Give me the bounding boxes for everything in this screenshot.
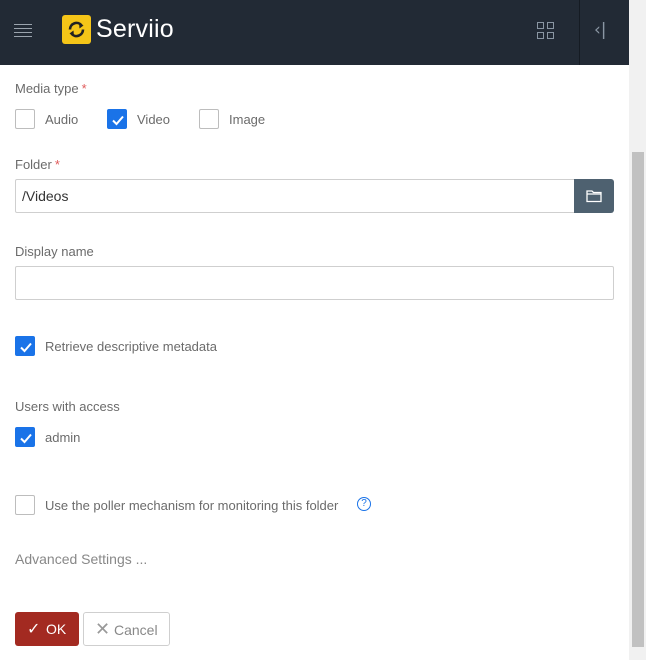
display-name-input[interactable] bbox=[15, 266, 614, 300]
grid-icon[interactable] bbox=[537, 22, 555, 40]
folder-label-text: Folder bbox=[15, 157, 52, 172]
audio-checkbox-label[interactable]: Audio bbox=[45, 112, 78, 127]
cancel-button-label: Cancel bbox=[114, 622, 158, 638]
ok-button-label: OK bbox=[46, 621, 67, 637]
folder-input[interactable]: /Videos bbox=[15, 179, 575, 213]
user-admin-label[interactable]: admin bbox=[45, 430, 80, 445]
audio-checkbox[interactable] bbox=[15, 109, 35, 129]
video-checkbox-label[interactable]: Video bbox=[137, 112, 170, 127]
media-type-label-text: Media type bbox=[15, 81, 79, 96]
folder-label: Folder * bbox=[15, 157, 60, 172]
advanced-settings-link[interactable]: Advanced Settings ... bbox=[15, 551, 147, 567]
retrieve-metadata-label[interactable]: Retrieve descriptive metadata bbox=[45, 339, 217, 354]
display-name-label: Display name bbox=[15, 244, 94, 259]
serviio-logo-icon bbox=[62, 15, 91, 44]
check-icon bbox=[112, 115, 124, 126]
image-checkbox-label[interactable]: Image bbox=[229, 112, 265, 127]
user-admin-checkbox[interactable] bbox=[15, 427, 35, 447]
poller-checkbox[interactable] bbox=[15, 495, 35, 515]
scrollbar-thumb[interactable] bbox=[632, 152, 644, 647]
browse-folder-button[interactable] bbox=[574, 179, 614, 213]
cancel-button[interactable]: ✕ Cancel bbox=[83, 612, 170, 646]
ok-button[interactable]: ✓ OK bbox=[15, 612, 79, 646]
check-icon bbox=[20, 433, 32, 444]
help-icon[interactable]: ? bbox=[357, 497, 371, 511]
check-icon: ✓ bbox=[27, 619, 41, 638]
folder-icon bbox=[586, 190, 602, 203]
top-bar: Serviio ‹| bbox=[0, 0, 629, 65]
required-mark: * bbox=[81, 81, 87, 96]
required-mark: * bbox=[54, 157, 60, 172]
image-checkbox[interactable] bbox=[199, 109, 219, 129]
brand-name: Serviio bbox=[96, 15, 174, 43]
check-icon bbox=[20, 342, 32, 353]
header-divider bbox=[579, 0, 580, 65]
users-with-access-label: Users with access bbox=[15, 399, 120, 414]
collapse-panel-icon[interactable]: ‹| bbox=[594, 20, 607, 40]
media-type-label: Media type * bbox=[15, 81, 87, 96]
video-checkbox[interactable] bbox=[107, 109, 127, 129]
retrieve-metadata-checkbox[interactable] bbox=[15, 336, 35, 356]
poller-label[interactable]: Use the poller mechanism for monitoring … bbox=[45, 498, 338, 513]
close-icon: ✕ bbox=[95, 619, 111, 640]
hamburger-menu-icon[interactable] bbox=[14, 24, 32, 38]
